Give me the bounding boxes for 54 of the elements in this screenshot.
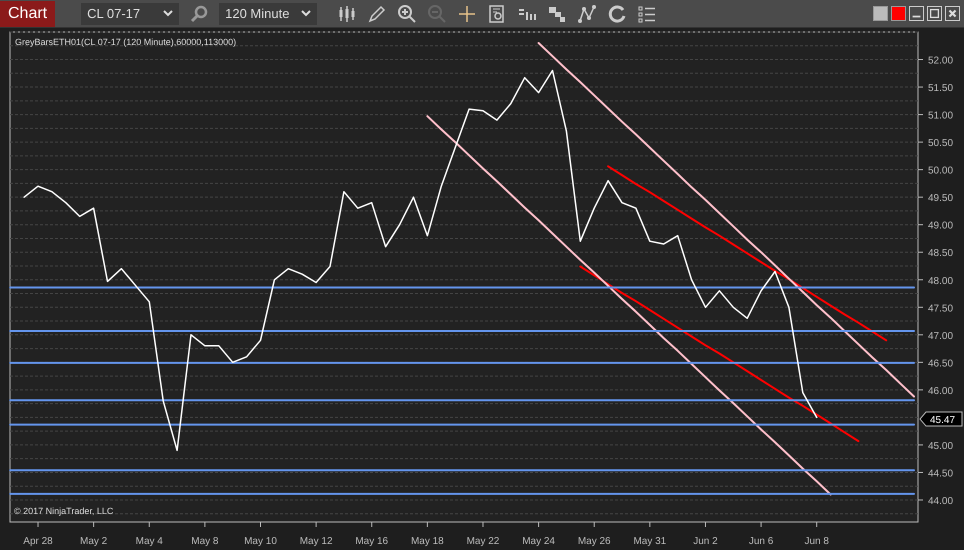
y-axis-label: 51.00 [928, 110, 954, 122]
x-axis-label: May 18 [410, 536, 444, 547]
list-icon[interactable] [637, 4, 658, 24]
y-axis-label: 50.50 [928, 138, 954, 150]
x-axis-label: May 2 [80, 536, 108, 547]
y-axis-label: 47.50 [928, 303, 954, 314]
x-axis-label: Jun 2 [693, 536, 718, 547]
close-icon[interactable] [945, 6, 960, 21]
x-axis-label: May 22 [466, 536, 500, 547]
y-axis-label: 44.00 [928, 496, 954, 507]
y-axis-label: 45.00 [928, 440, 954, 452]
x-axis-label: Jun 6 [748, 536, 774, 547]
last-price-marker: 45.47 [919, 412, 962, 427]
x-axis-label: May 4 [136, 536, 163, 547]
chart-menu-button[interactable]: Chart [0, 0, 56, 26]
y-axis-label: 47.00 [928, 330, 954, 342]
x-axis-label: May 24 [522, 536, 555, 547]
swatch-icon[interactable] [873, 6, 888, 21]
y-axis-label: 46.00 [928, 386, 954, 397]
x-axis-label: May 8 [191, 536, 218, 547]
x-axis-label: Apr 28 [23, 536, 53, 547]
indicator-label: GreyBarsETH01(CL 07-17 (120 Minute),60000,113000) [15, 37, 236, 47]
maximize-icon[interactable] [927, 6, 942, 21]
refresh-icon[interactable] [607, 4, 628, 24]
crosshair-icon[interactable] [457, 4, 478, 24]
x-axis-label: Jun 8 [804, 536, 829, 547]
caret-icon [163, 10, 174, 17]
instrument-value: CL 07-17 [87, 6, 140, 21]
search-icon[interactable] [189, 4, 210, 24]
x-axis-label: May 26 [578, 536, 611, 547]
y-axis-label: 52.00 [928, 56, 954, 67]
y-axis-label: 44.50 [928, 468, 954, 480]
instrument-dropdown[interactable]: CL 07-17 [81, 2, 180, 24]
line-nodes-icon[interactable] [577, 4, 598, 24]
y-axis-label: 48.50 [928, 248, 954, 260]
interval-value: 120 Minute [225, 6, 290, 21]
y-axis-label: 46.50 [928, 358, 954, 370]
copyright-text: © 2017 NinjaTrader, LLC [14, 506, 114, 516]
x-axis-label: May 31 [633, 536, 666, 547]
caret-icon [301, 10, 312, 17]
minimize-icon[interactable] [909, 6, 924, 21]
zoom-in-icon[interactable] [397, 4, 418, 24]
y-axis-label: 50.00 [928, 166, 954, 177]
candlestick-icon[interactable] [337, 4, 358, 24]
y-axis-label: 48.00 [928, 276, 954, 287]
y-axis-label: 51.50 [928, 83, 954, 94]
pencil-icon[interactable] [367, 4, 388, 24]
swatch-icon[interactable] [891, 6, 906, 21]
y-axis-label: 49.50 [928, 193, 954, 204]
x-axis-label: May 10 [244, 536, 277, 547]
x-axis-label: May 16 [355, 536, 388, 547]
interval-dropdown[interactable]: 120 Minute [219, 2, 318, 24]
y-axis-label: 49.00 [928, 220, 954, 232]
x-axis-label: May 12 [300, 536, 333, 547]
